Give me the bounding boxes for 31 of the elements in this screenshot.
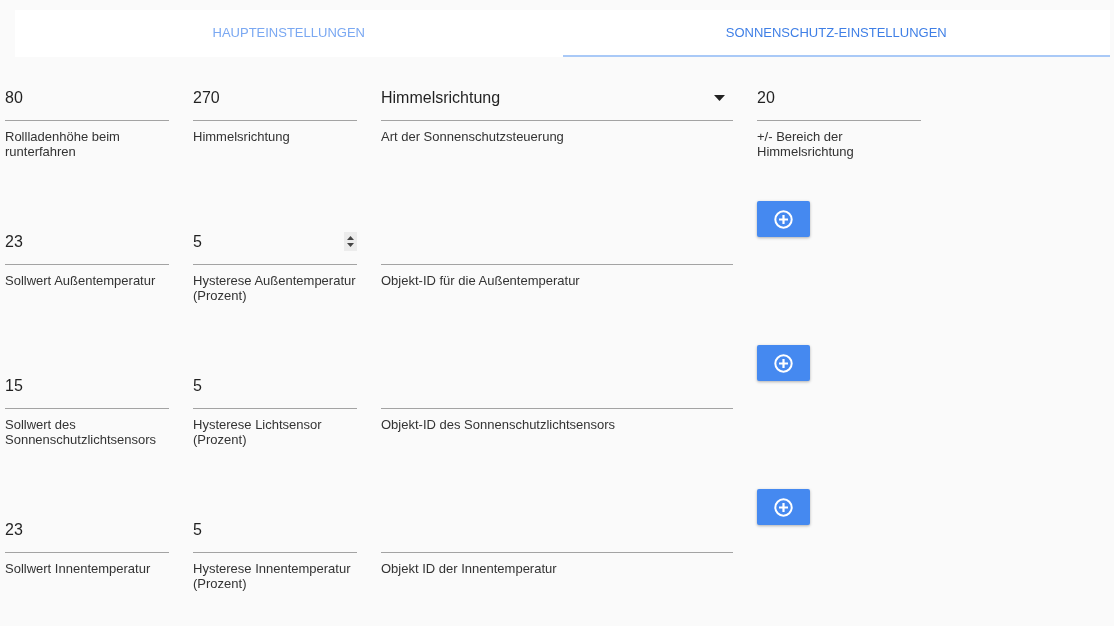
add-button[interactable] (757, 489, 810, 525)
spinner-icon (344, 232, 357, 251)
number-field[interactable]: 23 (5, 227, 169, 265)
field-label: Himmelsrichtung (193, 129, 291, 144)
add-button[interactable] (757, 345, 810, 381)
field-label: Hysterese Lichtsensor (Prozent) (193, 417, 323, 447)
plus-circle-icon (774, 209, 793, 229)
dropdown-field[interactable]: Himmelsrichtung (381, 83, 733, 121)
field-label: Sollwert Außentemperatur (5, 273, 157, 288)
number-field[interactable]: 5 (193, 371, 357, 409)
field-label: Sollwert Innentemperatur (5, 561, 152, 576)
field-label: Objekt-ID für die Außentemperatur (381, 273, 581, 288)
field-label: Hysterese Außentemperatur (Prozent) (193, 273, 357, 303)
add-button[interactable] (757, 201, 810, 237)
field-label: Objekt ID der Innentemperatur (381, 561, 558, 576)
number-field[interactable]: 80 (5, 83, 169, 121)
number-field[interactable]: 15 (5, 371, 169, 409)
field-label: Rollladenhöhe beim runterfahren (5, 129, 121, 159)
number-field[interactable]: 5 (193, 227, 357, 265)
field-label: +/- Bereich der Himmelsrichtung (757, 129, 855, 159)
field-label: Art der Sonnenschutzsteuerung (381, 129, 565, 144)
caret-icon (714, 95, 725, 101)
field-label: Objekt-ID des Sonnenschutzlichtsensors (381, 417, 617, 432)
field-label: Sollwert des Sonnenschutzlichtsensors (5, 417, 158, 447)
number-field[interactable]: 23 (5, 515, 169, 553)
plus-circle-icon (774, 497, 793, 517)
plus-circle-icon (774, 353, 793, 373)
number-field[interactable]: 5 (193, 515, 357, 553)
field-label: Hysterese Innentemperatur (Prozent) (193, 561, 352, 591)
number-field[interactable]: 270 (193, 83, 357, 121)
number-field[interactable]: 20 (757, 83, 921, 121)
